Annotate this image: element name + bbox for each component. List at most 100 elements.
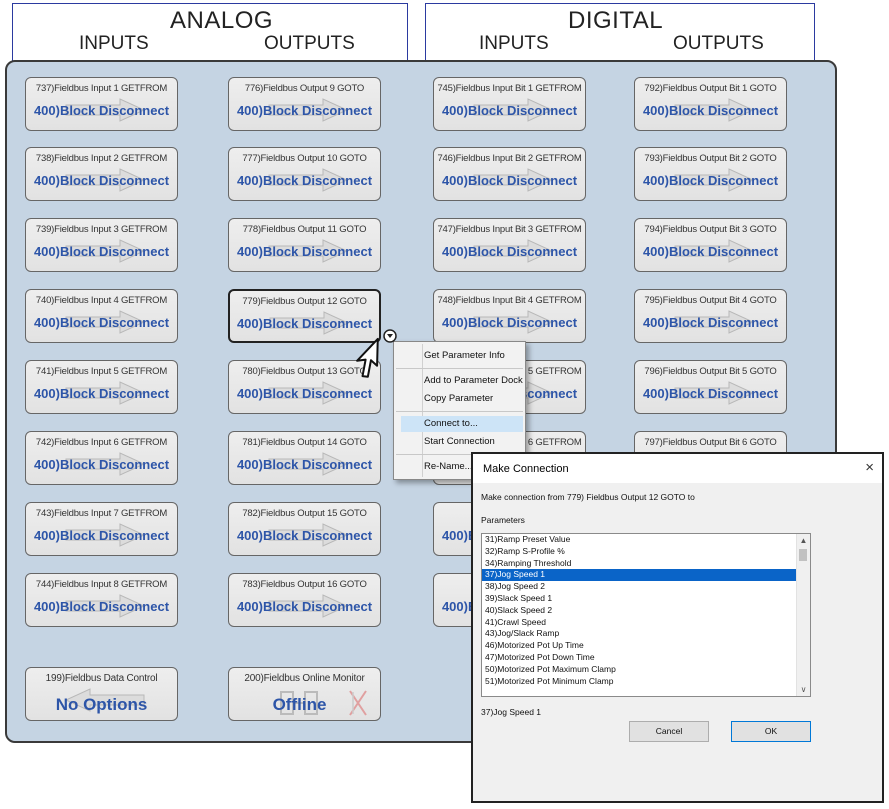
parameter-list-item[interactable]: 32)Ramp S-Profile % <box>482 546 797 558</box>
ok-button[interactable]: OK <box>731 721 811 742</box>
tile-label: 776)Fieldbus Output 9 GOTO <box>244 83 365 94</box>
digital-output-tile[interactable]: 792)Fieldbus Output Bit 1 GOTO 400)Block … <box>634 77 787 131</box>
digital-output-tile[interactable]: 796)Fieldbus Output Bit 5 GOTO 400)Block … <box>634 360 787 414</box>
digital-input-tile[interactable]: 746)Fieldbus Input Bit 2 GETFROM 400)Bloc… <box>433 147 586 201</box>
tile-value: 400)Block Disconnect <box>236 386 373 401</box>
tile-value: Offline <box>272 695 327 714</box>
make-connection-dialog: Make Connection × Make connection from 7… <box>471 452 884 803</box>
dialog-title: Make Connection <box>483 463 569 475</box>
analog-output-tile[interactable]: 778)Fieldbus Output 11 GOTO 400)Block Dis… <box>228 218 381 272</box>
tile-value: 400)Block Disconnect <box>441 103 578 118</box>
parameter-list-item[interactable]: 46)Motorized Pot Up Time <box>482 640 797 652</box>
scroll-thumb[interactable] <box>799 549 807 561</box>
scroll-down-icon[interactable]: ∨ <box>797 683 810 696</box>
tile-label: 783)Fieldbus Output 16 GOTO <box>242 579 367 590</box>
tile-label: 737)Fieldbus Input 1 GETFROM <box>35 83 168 94</box>
parameters-listbox[interactable]: 31)Ramp Preset Value 32)Ramp S-Profile % 3… <box>481 533 811 697</box>
menu-item-copy-parameter[interactable]: Copy Parameter <box>401 391 523 407</box>
analog-input-tile[interactable]: 739)Fieldbus Input 3 GETFROM 400)Block Di… <box>25 218 178 272</box>
analog-input-tile[interactable]: 742)Fieldbus Input 6 GETFROM 400)Block Di… <box>25 431 178 485</box>
tile-value: 400)Block Disconnect <box>236 173 373 188</box>
fieldbus-online-monitor-tile[interactable]: 200)Fieldbus Online Monitor Offline <box>228 667 381 721</box>
parameter-list-item[interactable]: 31)Ramp Preset Value <box>482 534 797 546</box>
parameter-list-item[interactable]: 47)Motorized Pot Down Time <box>482 652 797 664</box>
mouse-cursor-icon <box>356 337 379 378</box>
menu-item-get-parameter-info[interactable]: Get Parameter Info <box>401 348 523 364</box>
digital-output-tile[interactable]: 794)Fieldbus Output Bit 3 GOTO 400)Block … <box>634 218 787 272</box>
tile-label: 199)Fieldbus Data Control <box>45 673 158 684</box>
tile-value: 400)Block Disconnect <box>33 103 170 118</box>
tile-value: No Options <box>55 695 148 714</box>
menu-separator <box>396 411 523 412</box>
tile-label: 777)Fieldbus Output 10 GOTO <box>242 153 367 164</box>
analog-title: ANALOG <box>170 7 274 34</box>
tile-value: 400)Block Disconnect <box>642 244 779 259</box>
menu-item-add-to-parameter-dock[interactable]: Add to Parameter Dock <box>401 373 523 389</box>
cancel-button[interactable]: Cancel <box>629 721 709 742</box>
analog-input-tile[interactable]: 741)Fieldbus Input 5 GETFROM 400)Block Di… <box>25 360 178 414</box>
connection-prompt: Make connection from 779) Fieldbus Outpu… <box>481 492 695 502</box>
analog-input-tile[interactable]: 738)Fieldbus Input 2 GETFROM 400)Block Di… <box>25 147 178 201</box>
analog-output-tile[interactable]: 777)Fieldbus Output 10 GOTO 400)Block Dis… <box>228 147 381 201</box>
digital-output-tile[interactable]: 793)Fieldbus Output Bit 2 GOTO 400)Block … <box>634 147 787 201</box>
digital-input-tile[interactable]: 747)Fieldbus Input Bit 3 GETFROM 400)Bloc… <box>433 218 586 272</box>
listbox-scrollbar[interactable]: ▲ ∨ <box>796 534 810 696</box>
analog-output-tile[interactable]: 779)Fieldbus Output 12 GOTO 400)Block Dis… <box>228 289 381 343</box>
tile-label: 795)Fieldbus Output Bit 4 GOTO <box>644 295 777 306</box>
analog-input-tile[interactable]: 743)Fieldbus Input 7 GETFROM 400)Block Di… <box>25 502 178 556</box>
tile-value: 400)Block Disconnect <box>33 315 170 330</box>
tile-value: 400)Block Disconnect <box>642 173 779 188</box>
tile-label: 797)Fieldbus Output Bit 6 GOTO <box>644 437 777 448</box>
analog-input-tile[interactable]: 744)Fieldbus Input 8 GETFROM 400)Block Di… <box>25 573 178 627</box>
tile-value: 400)Block Disconnect <box>642 386 779 401</box>
fieldbus-data-control-tile[interactable]: 199)Fieldbus Data Control No Options <box>25 667 178 721</box>
tile-value: 400)Block Disconnect <box>236 244 373 259</box>
digital-input-tile[interactable]: 745)Fieldbus Input Bit 1 GETFROM 400)Bloc… <box>433 77 586 131</box>
tile-label: 778)Fieldbus Output 11 GOTO <box>242 224 367 235</box>
scroll-up-icon[interactable]: ▲ <box>797 534 810 547</box>
tile-value: 400)Block Disconnect <box>33 457 170 472</box>
analog-input-tile[interactable]: 740)Fieldbus Input 4 GETFROM 400)Block Di… <box>25 289 178 343</box>
analog-output-tile[interactable]: 782)Fieldbus Output 15 GOTO 400)Block Dis… <box>228 502 381 556</box>
analog-output-tile[interactable]: 776)Fieldbus Output 9 GOTO 400)Block Disc… <box>228 77 381 131</box>
menu-item-connect-to[interactable]: Connect to... <box>401 416 523 432</box>
parameter-list-item[interactable]: 50)Motorized Pot Maximum Clamp <box>482 664 797 676</box>
tile-label: 779)Fieldbus Output 12 GOTO <box>242 296 367 307</box>
tile-value: 400)Block Disconnect <box>33 599 170 614</box>
tile-label: 781)Fieldbus Output 14 GOTO <box>242 437 367 448</box>
analog-input-tile[interactable]: 737)Fieldbus Input 1 GETFROM 400)Block Di… <box>25 77 178 131</box>
tile-label: 747)Fieldbus Input Bit 3 GETFROM <box>437 224 582 235</box>
tile-value: 400)Block Disconnect <box>441 244 578 259</box>
menu-separator <box>396 368 523 369</box>
tile-value: 400)Block Disconnect <box>642 103 779 118</box>
tile-label: 782)Fieldbus Output 15 GOTO <box>242 508 367 519</box>
menu-item-start-connection[interactable]: Start Connection <box>401 434 523 450</box>
tile-label: 741)Fieldbus Input 5 GETFROM <box>35 366 168 377</box>
parameter-list-item[interactable]: 43)Jog/Slack Ramp <box>482 628 797 640</box>
parameter-list-item[interactable]: 51)Motorized Pot Minimum Clamp <box>482 676 797 688</box>
tile-label: 738)Fieldbus Input 2 GETFROM <box>35 153 168 164</box>
digital-output-tile[interactable]: 795)Fieldbus Output Bit 4 GOTO 400)Block … <box>634 289 787 343</box>
parameter-list-item[interactable]: 34)Ramping Threshold <box>482 558 797 570</box>
tile-label: 793)Fieldbus Output Bit 2 GOTO <box>644 153 777 164</box>
tile-label: 744)Fieldbus Input 8 GETFROM <box>35 579 168 590</box>
tile-value: 400)Block Disconnect <box>236 316 373 331</box>
tile-value: 400)Block Disconnect <box>236 103 373 118</box>
parameter-list-item[interactable]: 37)Jog Speed 1 <box>482 569 797 582</box>
analog-outputs-heading: OUTPUTS <box>264 33 355 54</box>
dialog-titlebar: Make Connection × <box>473 454 882 483</box>
parameters-rows: 31)Ramp Preset Value 32)Ramp S-Profile % 3… <box>482 534 810 687</box>
tile-label: 742)Fieldbus Input 6 GETFROM <box>35 437 168 448</box>
digital-outputs-heading: OUTPUTS <box>673 33 764 54</box>
analog-output-tile[interactable]: 781)Fieldbus Output 14 GOTO 400)Block Dis… <box>228 431 381 485</box>
analog-output-tile[interactable]: 783)Fieldbus Output 16 GOTO 400)Block Dis… <box>228 573 381 627</box>
parameter-list-item[interactable]: 41)Crawl Speed <box>482 617 797 629</box>
tile-label: 739)Fieldbus Input 3 GETFROM <box>35 224 168 235</box>
parameter-list-item[interactable]: 39)Slack Speed 1 <box>482 593 797 605</box>
digital-input-tile[interactable]: 748)Fieldbus Input Bit 4 GETFROM 400)Bloc… <box>433 289 586 343</box>
tile-value: 400)Block Disconnect <box>642 315 779 330</box>
parameter-list-item[interactable]: 38)Jog Speed 2 <box>482 581 797 593</box>
close-icon[interactable]: × <box>865 459 874 476</box>
tile-value: 400)Block Disconnect <box>441 315 578 330</box>
parameter-list-item[interactable]: 40)Slack Speed 2 <box>482 605 797 617</box>
